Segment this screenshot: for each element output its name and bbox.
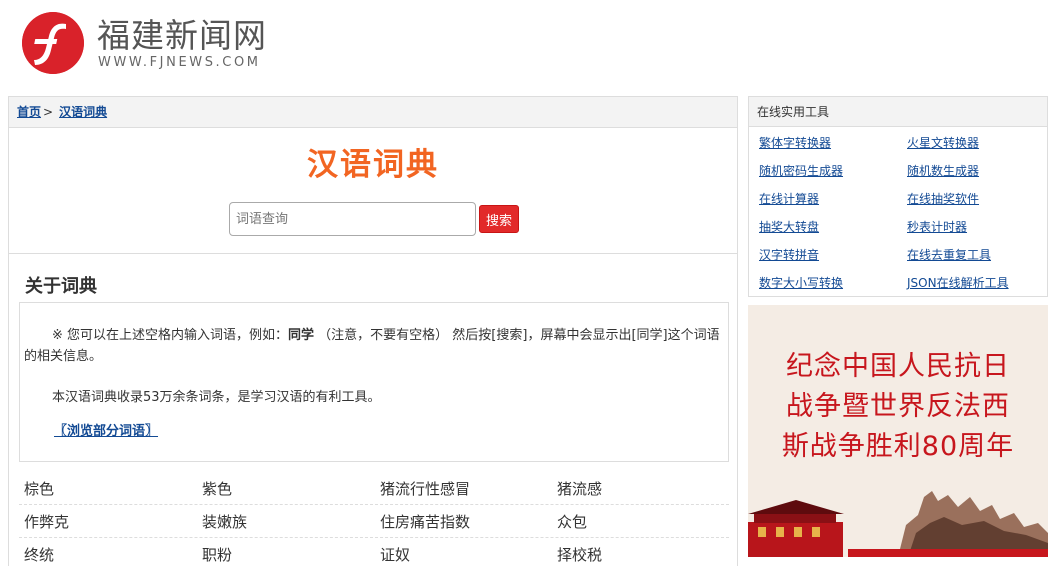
tool-link-lottery-wheel[interactable]: 抽奖大转盘 — [759, 219, 819, 235]
tool-link-calculator[interactable]: 在线计算器 — [759, 191, 819, 207]
online-tools-heading: 在线实用工具 — [749, 97, 1047, 127]
tool-link-json-parser[interactable]: JSON在线解析工具 — [907, 275, 1009, 291]
site-domain: WWW.FJNEWS.COM — [98, 55, 261, 70]
breadcrumb-current-link[interactable]: 汉语词典 — [59, 105, 107, 119]
word-row: 作弊克 装嫩族 住房痛苦指数 众包 — [19, 505, 729, 538]
breadcrumb: 首页 > 汉语词典 — [9, 97, 737, 128]
word-list: 棕色 紫色 猪流行性感冒 猪流感 作弊克 装嫩族 住房痛苦指数 众包 终统 职粉… — [19, 472, 729, 566]
word-link[interactable]: 装嫩族 — [202, 512, 247, 532]
word-link[interactable]: 住房痛苦指数 — [380, 512, 470, 532]
banner-line-1: 纪念中国人民抗日 — [786, 351, 1010, 382]
anniversary-banner[interactable]: 纪念中国人民抗日 战争暨世界反法西 斯战争胜利80周年 — [748, 305, 1048, 557]
tool-link-pinyin-converter[interactable]: 汉字转拼音 — [759, 247, 819, 263]
word-link[interactable]: 棕色 — [24, 479, 54, 499]
tool-link-password-generator[interactable]: 随机密码生成器 — [759, 163, 843, 179]
online-tools-panel: 在线实用工具 繁体字转换器 火星文转换器 随机密码生成器 随机数生成器 在线计算… — [748, 96, 1048, 297]
word-link[interactable]: 作弊克 — [24, 512, 69, 532]
site-logo[interactable]: 福建新闻网 WWW.FJNEWS.COM — [22, 12, 282, 76]
about-example-word: 同学 — [288, 328, 315, 343]
tool-link-stopwatch[interactable]: 秒表计时器 — [907, 219, 967, 235]
word-link[interactable]: 证奴 — [380, 545, 410, 565]
word-link[interactable]: 择校税 — [557, 545, 602, 565]
word-row: 终统 职粉 证奴 择校税 — [19, 538, 729, 566]
fjnews-logo-icon — [22, 12, 84, 74]
word-search-input[interactable] — [229, 202, 476, 236]
word-row: 棕色 紫色 猪流行性感冒 猪流感 — [19, 472, 729, 505]
about-description: 本汉语词典收录53万余条词条，是学习汉语的有利工具。 — [52, 390, 381, 405]
monument-illustration — [748, 491, 1048, 557]
tool-link-number-case-converter[interactable]: 数字大小写转换 — [759, 275, 843, 291]
dictionary-panel: 首页> 汉语词典 汉语词典 搜索 关于词典 ※ 您可以在上述空格内输入词语，例如：… — [8, 96, 738, 566]
tool-link-lottery-software[interactable]: 在线抽奖软件 — [907, 191, 979, 207]
breadcrumb-separator: > — [43, 105, 54, 119]
banner-line-3: 斯战争胜利80周年 — [781, 431, 1015, 462]
about-instructions-prefix: ※ 您可以在上述空格内输入词语，例如： — [52, 328, 289, 343]
tool-link-dedupe-tool[interactable]: 在线去重复工具 — [907, 247, 991, 263]
about-heading: 关于词典 — [25, 276, 97, 297]
banner-text: 纪念中国人民抗日 战争暨世界反法西 斯战争胜利80周年 — [748, 347, 1048, 467]
browse-words-link[interactable]: 〖浏览部分词语〗 — [54, 421, 158, 442]
about-box: ※ 您可以在上述空格内输入词语，例如：同学 （注意，不要有空格） 然后按[搜索]… — [19, 302, 729, 462]
about-instructions: ※ 您可以在上述空格内输入词语，例如：同学 （注意，不要有空格） 然后按[搜索]… — [24, 325, 724, 367]
tool-link-traditional-converter[interactable]: 繁体字转换器 — [759, 135, 831, 151]
word-link[interactable]: 终统 — [24, 545, 54, 565]
word-link[interactable]: 职粉 — [202, 545, 232, 565]
word-link[interactable]: 紫色 — [202, 479, 232, 499]
page-title: 汉语词典 — [307, 147, 439, 183]
breadcrumb-home-link[interactable]: 首页 — [17, 105, 41, 119]
tool-link-martian-text-converter[interactable]: 火星文转换器 — [907, 135, 979, 151]
banner-line-2: 战争暨世界反法西 — [786, 391, 1010, 422]
word-link[interactable]: 猪流行性感冒 — [380, 479, 470, 499]
site-name-cn: 福建新闻网 — [97, 16, 267, 55]
search-hero: 汉语词典 搜索 — [9, 128, 737, 254]
word-link[interactable]: 众包 — [557, 512, 587, 532]
search-button[interactable]: 搜索 — [479, 205, 519, 233]
word-link[interactable]: 猪流感 — [557, 479, 602, 499]
tool-link-random-number-generator[interactable]: 随机数生成器 — [907, 163, 979, 179]
